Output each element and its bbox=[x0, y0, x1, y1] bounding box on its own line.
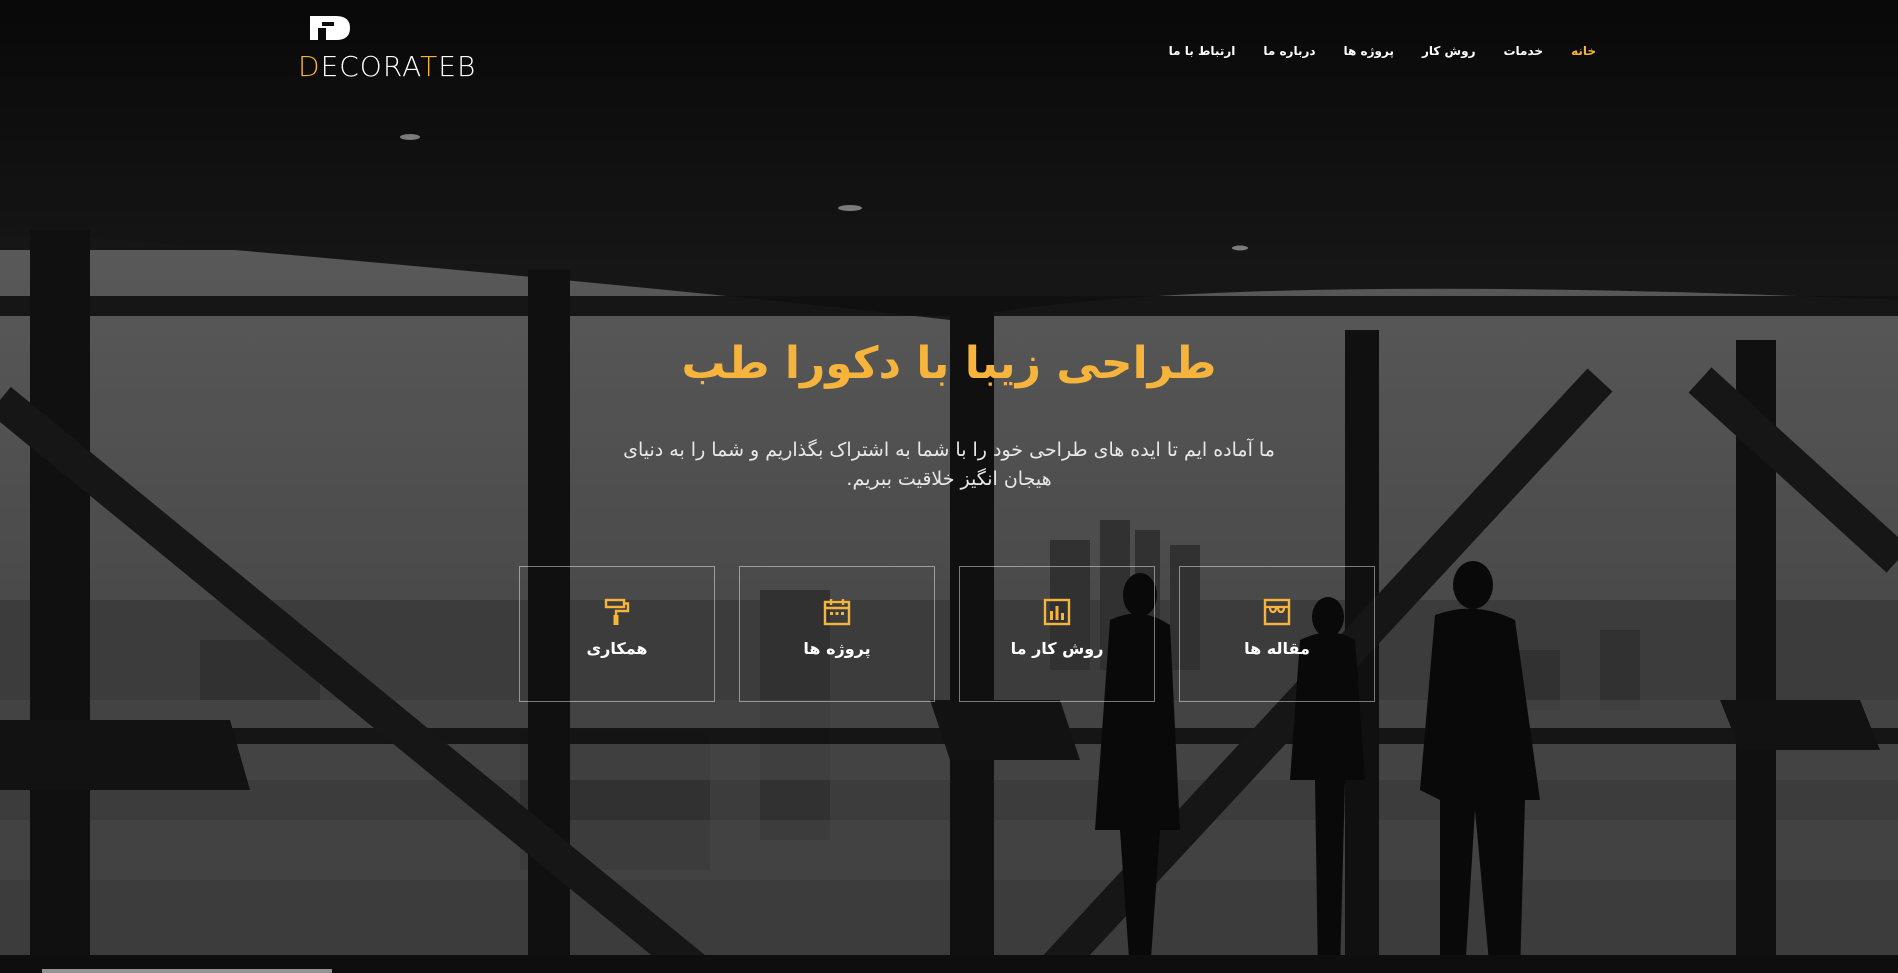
nav-item-about[interactable]: درباره ما bbox=[1263, 44, 1315, 58]
nav-item-home[interactable]: خانه bbox=[1571, 44, 1596, 58]
logo[interactable]: DECORATEB bbox=[298, 14, 488, 84]
logo-letters: ECORA bbox=[320, 50, 421, 83]
scroll-indicator bbox=[42, 969, 332, 973]
feature-cards: مقاله ها روش کار ما پروژه ها همکاری bbox=[519, 566, 1375, 702]
card-label: روش کار ما bbox=[1010, 639, 1104, 658]
logo-letter: T bbox=[420, 50, 439, 83]
card-our-process[interactable]: روش کار ما bbox=[959, 566, 1155, 702]
card-label: همکاری bbox=[586, 639, 648, 658]
paint-roller-icon bbox=[604, 598, 630, 625]
main-nav: خانه خدمات روش کار پروژه ها درباره ما ار… bbox=[1169, 44, 1596, 58]
hero-title: طراحی زیبا با دکورا طب bbox=[681, 338, 1217, 389]
card-projects[interactable]: پروژه ها bbox=[739, 566, 935, 702]
calendar-icon bbox=[823, 599, 851, 626]
logo-wordmark: DECORATEB bbox=[298, 50, 476, 83]
card-articles[interactable]: مقاله ها bbox=[1179, 566, 1375, 702]
logo-letter: D bbox=[298, 50, 321, 83]
nav-item-projects[interactable]: پروژه ها bbox=[1344, 44, 1394, 58]
card-label: مقاله ها bbox=[1244, 639, 1310, 658]
bar-chart-icon bbox=[1043, 598, 1071, 626]
nav-item-contact[interactable]: ارتباط با ما bbox=[1169, 44, 1236, 58]
card-label: پروژه ها bbox=[803, 639, 871, 658]
store-icon bbox=[1263, 598, 1291, 626]
nav-item-services[interactable]: خدمات bbox=[1503, 44, 1543, 58]
decorateb-logo-icon bbox=[310, 16, 350, 40]
logo-letters: EB bbox=[438, 50, 477, 83]
card-cooperation[interactable]: همکاری bbox=[519, 566, 715, 702]
nav-item-process[interactable]: روش کار bbox=[1422, 44, 1476, 58]
hero-subtitle: ما آماده ایم تا ایده های طراحی خود را با… bbox=[623, 439, 1275, 490]
